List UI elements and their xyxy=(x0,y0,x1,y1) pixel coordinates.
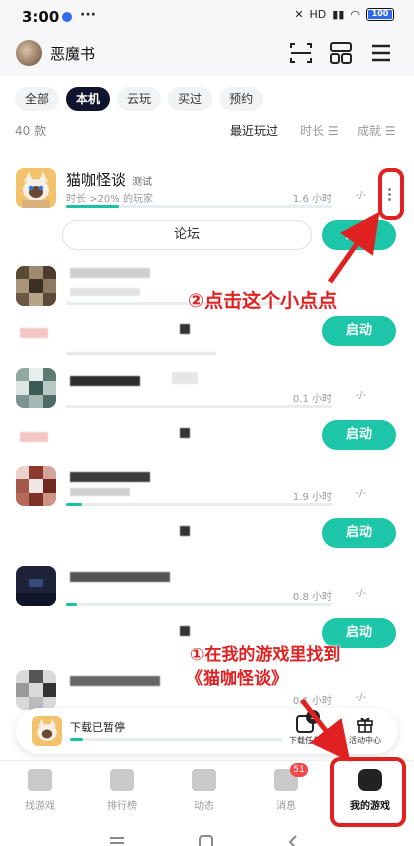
annotation-arrows xyxy=(300,211,380,762)
annotation-step1-line1: ①在我的游戏里找到 xyxy=(190,645,341,665)
annotation-step1-line2: 《猫咖怪谈》 xyxy=(186,669,288,689)
arrow-to-my-games xyxy=(300,698,351,762)
arrow-to-more xyxy=(327,211,380,284)
annotation-step2: ②点击这个小点点 xyxy=(188,290,338,312)
